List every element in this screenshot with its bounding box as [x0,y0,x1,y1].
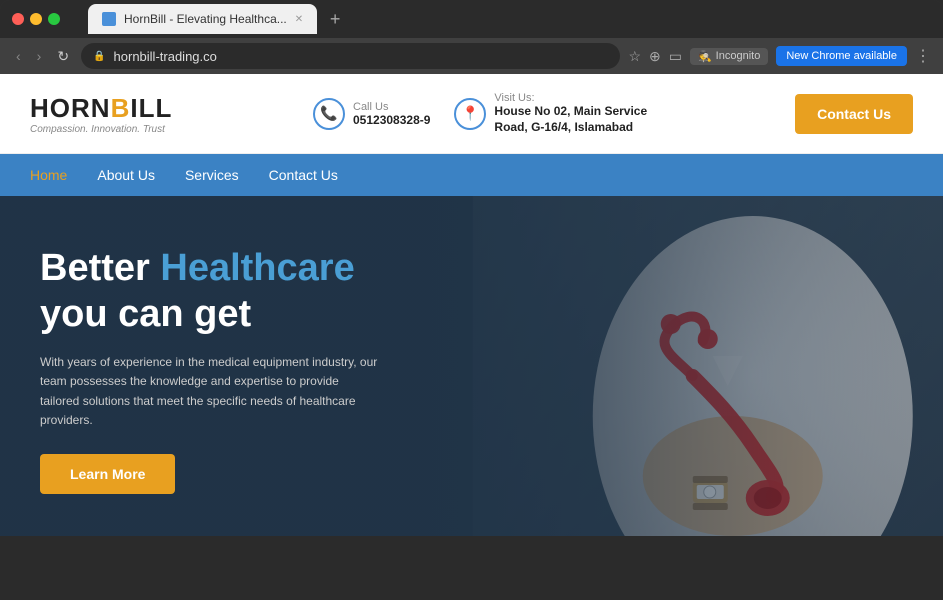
browser-actions: ☆ ⊕ ▭ 🕵 Incognito New Chrome available ⋮ [628,46,931,66]
site-nav: Home About Us Services Contact Us [0,154,943,196]
contact-us-button[interactable]: Contact Us [795,94,913,134]
hero-title-after: you can get [40,293,251,335]
location-icon: 📍 [454,98,486,130]
call-number: 0512308328-9 [353,113,430,127]
website-content: HORNBILL Compassion. Innovation. Trust 📞… [0,74,943,536]
minimize-button[interactable] [30,13,42,25]
call-label: Call Us [353,101,430,113]
hero-title: Better Healthcare you can get [40,246,460,337]
nav-home[interactable]: Home [30,157,67,193]
hero-content: Better Healthcare you can get With years… [0,196,500,524]
logo-tagline: Compassion. Innovation. Trust [30,124,172,135]
hero-section: Better Healthcare you can get With years… [0,196,943,536]
browser-window: HornBill - Elevating Healthca... ✕ + ‹ ›… [0,0,943,536]
browser-titlebar: HornBill - Elevating Healthca... ✕ + [0,0,943,38]
new-tab-button[interactable]: + [323,7,347,31]
more-options-icon[interactable]: ⋮ [915,46,931,66]
address-bar-row: ‹ › ↻ 🔒 hornbill-trading.co ☆ ⊕ ▭ 🕵 Inco… [0,38,943,74]
nav-services[interactable]: Services [185,157,239,193]
hero-title-before: Better [40,247,160,289]
header-contact-info: 📞 Call Us 0512308328-9 📍 Visit Us: House… [313,92,654,135]
maximize-button[interactable] [48,13,60,25]
tab-close-icon[interactable]: ✕ [295,14,303,25]
learn-more-button[interactable]: Learn More [40,454,175,494]
logo-b: B [111,93,131,123]
tab-bar: HornBill - Elevating Healthca... ✕ + [76,4,359,34]
site-header: HORNBILL Compassion. Innovation. Trust 📞… [0,74,943,154]
refresh-button[interactable]: ↻ [53,44,73,69]
active-tab[interactable]: HornBill - Elevating Healthca... ✕ [88,4,317,34]
incognito-label: Incognito [716,50,761,62]
back-button[interactable]: ‹ [12,44,25,68]
star-icon[interactable]: ☆ [628,48,641,65]
logo: HORNBILL Compassion. Innovation. Trust [30,93,172,135]
cast-icon[interactable]: ▭ [669,48,682,65]
phone-icon: 📞 [313,98,345,130]
incognito-icon: 🕵 [698,50,712,63]
new-chrome-button[interactable]: New Chrome available [776,46,907,66]
tab-favicon [102,12,116,26]
forward-button[interactable]: › [33,44,46,68]
hero-title-highlight: Healthcare [160,247,354,289]
traffic-lights [12,13,60,25]
tab-title: HornBill - Elevating Healthca... [124,12,287,26]
call-us-info: 📞 Call Us 0512308328-9 [313,98,430,130]
logo-horn: HORN [30,93,111,123]
visit-us-info: 📍 Visit Us: House No 02, Main Service Ro… [454,92,654,135]
address-bar[interactable]: 🔒 hornbill-trading.co [81,43,620,69]
logo-ill: ILL [130,93,172,123]
logo-text: HORNBILL [30,93,172,124]
incognito-badge: 🕵 Incognito [690,48,768,65]
url-text: hornbill-trading.co [114,49,609,64]
call-details: Call Us 0512308328-9 [353,101,430,127]
close-button[interactable] [12,13,24,25]
visit-details: Visit Us: House No 02, Main Service Road… [494,92,654,135]
visit-address: House No 02, Main Service Road, G-16/4, … [494,104,654,135]
nav-about[interactable]: About Us [97,157,155,193]
hero-description: With years of experience in the medical … [40,353,380,430]
visit-label: Visit Us: [494,92,654,104]
extensions-icon[interactable]: ⊕ [649,48,661,65]
lock-icon: 🔒 [93,51,105,62]
nav-contact[interactable]: Contact Us [269,157,338,193]
